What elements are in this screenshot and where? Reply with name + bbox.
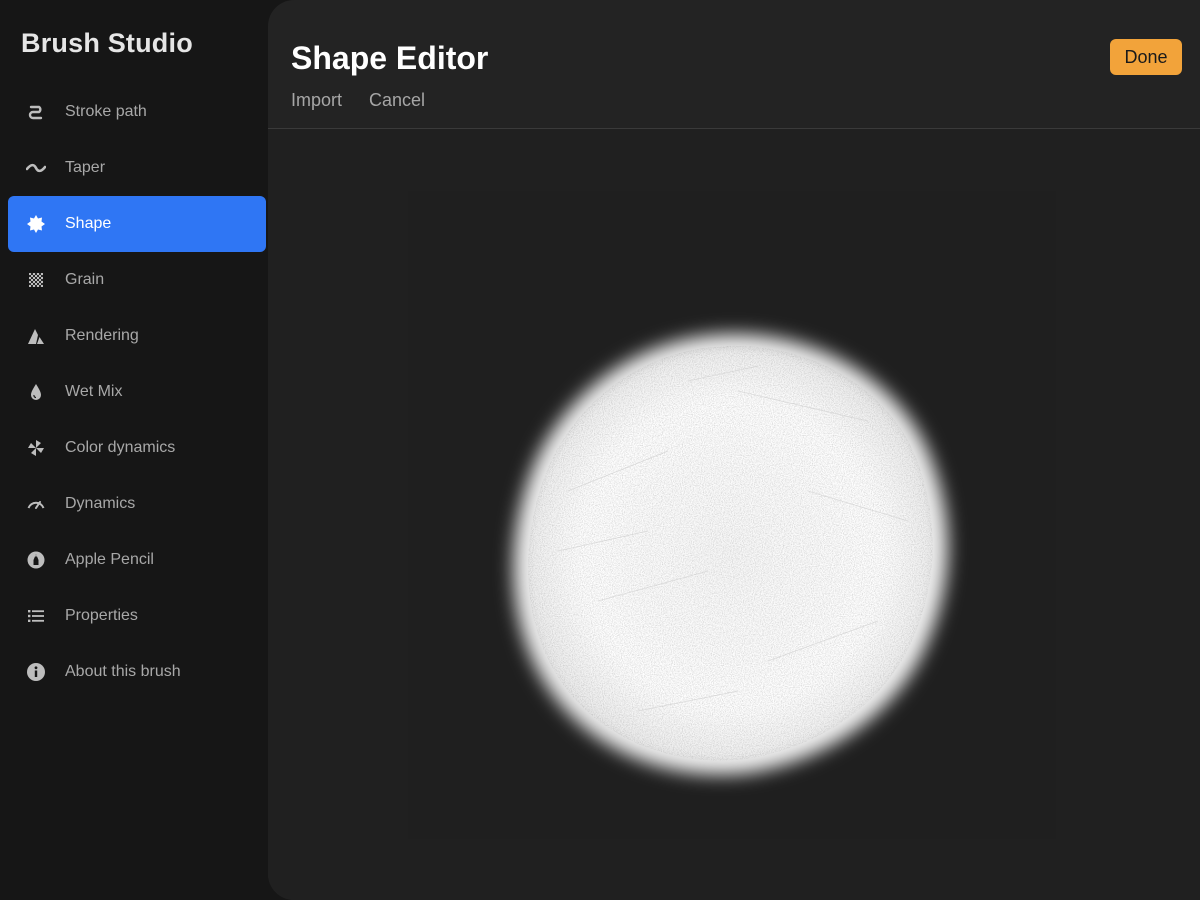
pencil-icon: [25, 549, 47, 571]
shape-icon: [25, 213, 47, 235]
sidebar-item-apple-pencil[interactable]: Apple Pencil: [8, 532, 266, 588]
rendering-icon: [25, 325, 47, 347]
sidebar-item-grain[interactable]: Grain: [8, 252, 266, 308]
droplet-icon: [25, 381, 47, 403]
cancel-button[interactable]: Cancel: [369, 90, 425, 111]
done-button[interactable]: Done: [1110, 39, 1182, 75]
info-icon: [25, 661, 47, 683]
speedometer-icon: [25, 493, 47, 515]
sidebar-item-about-this-brush[interactable]: About this brush: [8, 644, 266, 700]
sidebar-item-label: Grain: [65, 271, 105, 288]
list-icon: [25, 605, 47, 627]
sidebar-item-shape[interactable]: Shape: [8, 196, 266, 252]
sidebar-item-label: Shape: [65, 215, 112, 232]
sidebar-list: Stroke path Taper Shape Grain Rendering …: [8, 84, 266, 700]
sidebar-item-stroke-path[interactable]: Stroke path: [8, 84, 266, 140]
grain-icon: [25, 269, 47, 291]
sidebar: Brush Studio Stroke path Taper Shape Gra…: [0, 0, 275, 900]
sidebar-item-label: About this brush: [65, 663, 181, 680]
sidebar-item-label: Properties: [65, 607, 138, 624]
stroke-path-icon: [25, 101, 47, 123]
sidebar-item-label: Rendering: [65, 327, 139, 344]
brush-studio-app: Brush Studio Stroke path Taper Shape Gra…: [0, 0, 1200, 900]
shape-preview-frame: [408, 191, 1056, 839]
pinwheel-icon: [25, 437, 47, 459]
import-button[interactable]: Import: [291, 90, 342, 111]
sidebar-item-color-dynamics[interactable]: Color dynamics: [8, 420, 266, 476]
taper-icon: [25, 157, 47, 179]
sidebar-title: Brush Studio: [21, 28, 193, 58]
page-title: Shape Editor: [291, 40, 489, 76]
sidebar-item-taper[interactable]: Taper: [8, 140, 266, 196]
sidebar-item-rendering[interactable]: Rendering: [8, 308, 266, 364]
sidebar-item-label: Wet Mix: [65, 383, 123, 400]
sidebar-item-properties[interactable]: Properties: [8, 588, 266, 644]
shape-canvas[interactable]: [268, 129, 1200, 900]
sidebar-item-label: Apple Pencil: [65, 551, 154, 568]
brush-shape-image: [513, 333, 948, 775]
sidebar-item-label: Taper: [65, 159, 106, 176]
sidebar-item-dynamics[interactable]: Dynamics: [8, 476, 266, 532]
sidebar-item-label: Color dynamics: [65, 439, 176, 456]
sidebar-item-label: Stroke path: [65, 103, 147, 120]
shape-editor-panel: Shape Editor Import Cancel Done: [268, 0, 1200, 900]
sidebar-item-label: Dynamics: [65, 495, 136, 512]
header-actions: Import Cancel: [291, 90, 452, 111]
sidebar-item-wet-mix[interactable]: Wet Mix: [8, 364, 266, 420]
editor-header: Shape Editor Import Cancel Done: [268, 0, 1200, 129]
